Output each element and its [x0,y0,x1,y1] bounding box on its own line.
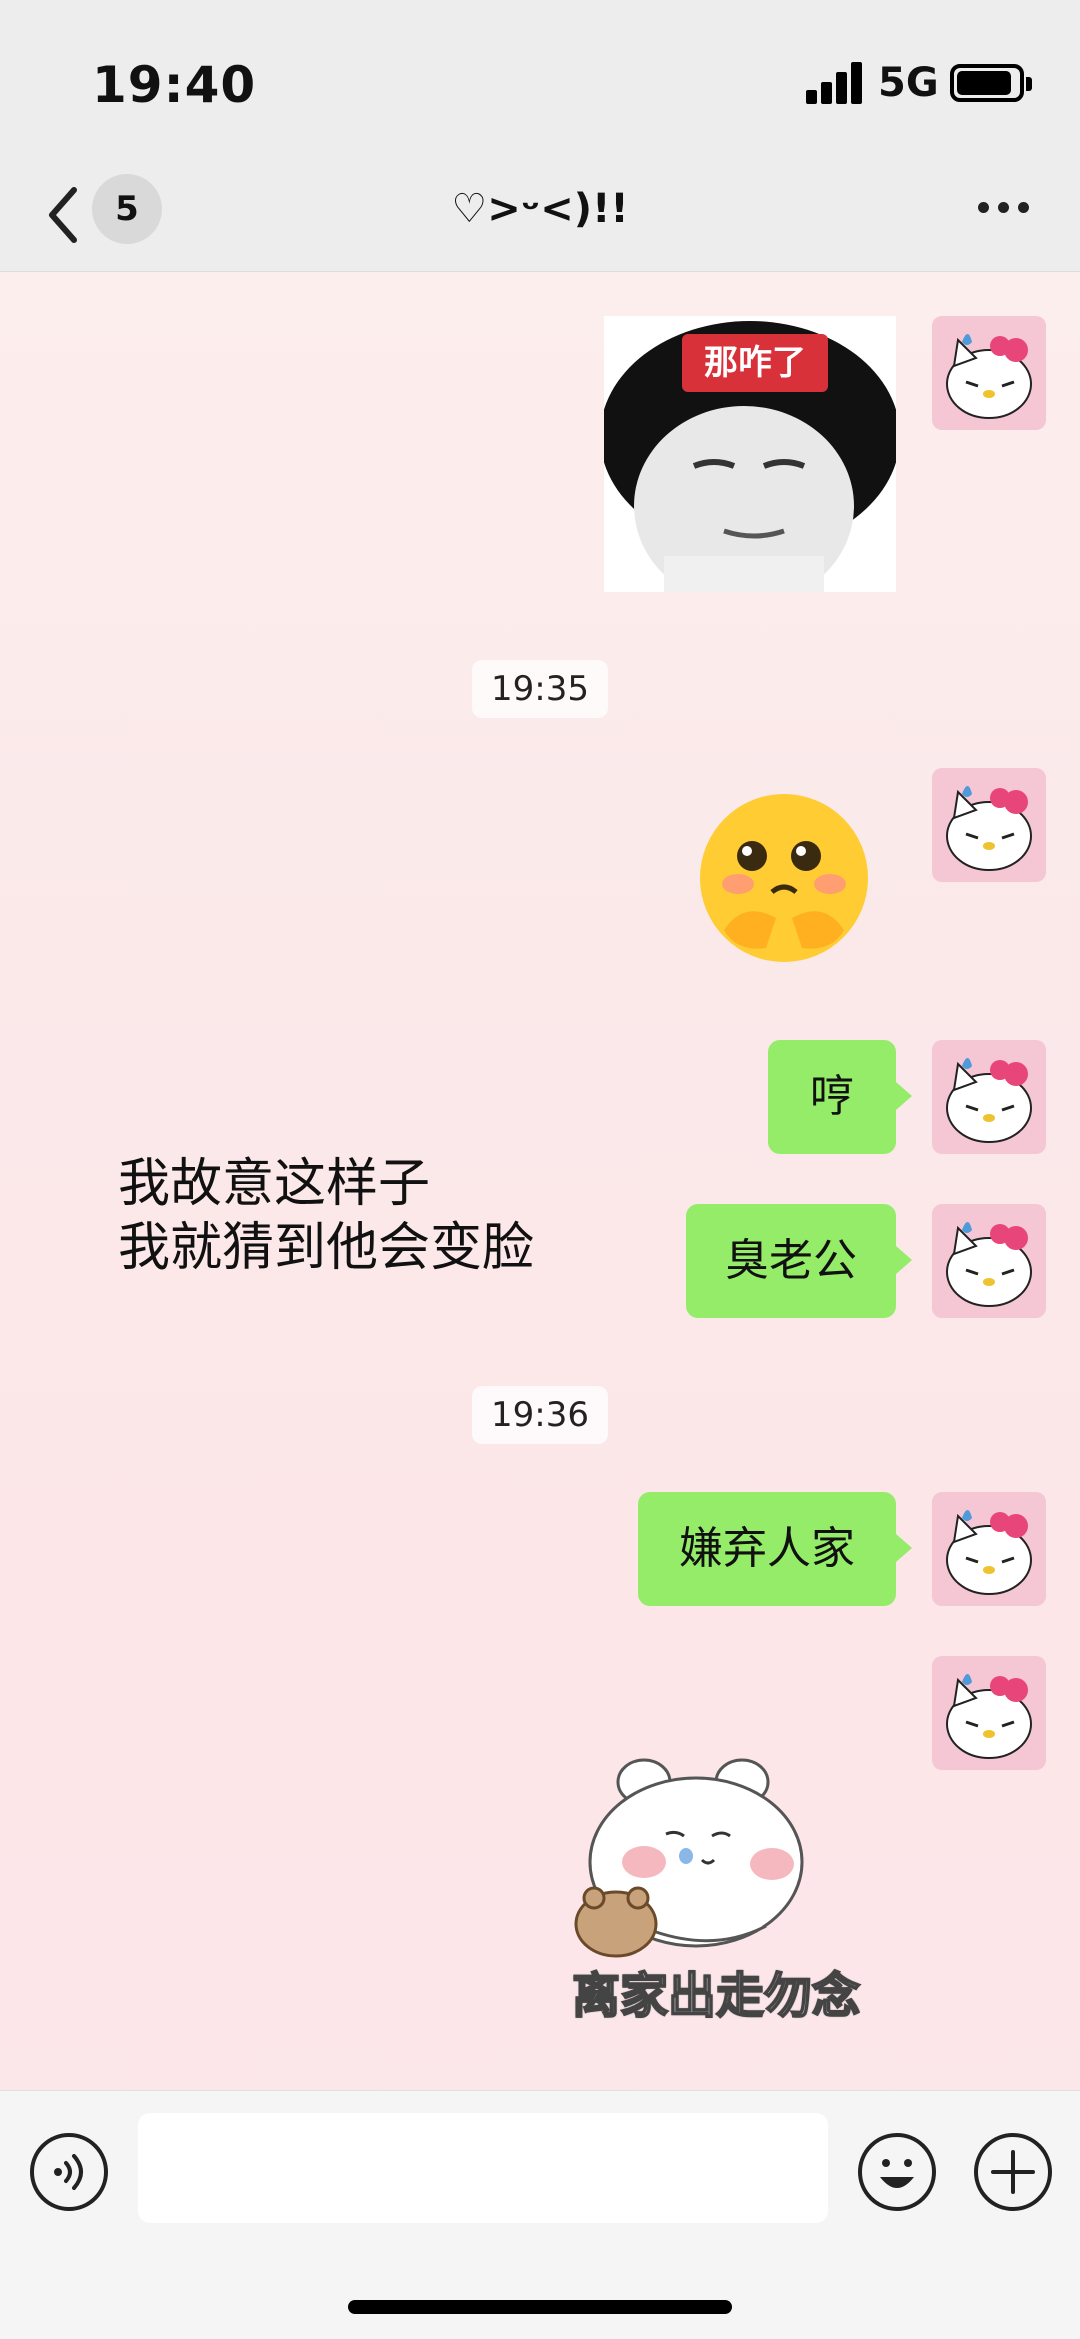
avatar[interactable] [932,316,1046,430]
timestamp: 19:35 [472,660,608,718]
hello-kitty-avatar-icon [946,1510,1032,1595]
home-indicator[interactable] [348,2300,732,2314]
message-input[interactable] [138,2113,828,2223]
signal-icon [806,62,866,104]
plus-icon [991,2150,1035,2194]
network-type: 5G [878,60,939,106]
sticker-message[interactable]: 离家出走勿念 [536,1752,896,2025]
chat-title: ♡>ᵕ<)!! [451,186,629,232]
chat-header: 5 ♡>ᵕ<)!! [0,160,1080,272]
emoji-button[interactable] [858,2133,936,2211]
status-time: 19:40 [92,56,257,114]
bunny-sticker-icon [574,1758,804,1958]
hello-kitty-avatar-icon [946,1222,1032,1307]
hello-kitty-avatar-icon [946,1058,1032,1143]
voice-input-button[interactable] [30,2133,108,2211]
text-bubble[interactable]: 臭老公 [686,1204,912,1318]
caption-line: 我就猜到他会变脸 [118,1218,535,1278]
hello-kitty-avatar-icon [946,786,1032,871]
smiley-icon [880,2159,914,2188]
hello-kitty-avatar-icon [946,1674,1032,1759]
timestamp: 19:36 [472,1386,608,1444]
battery-level [957,71,1011,95]
hello-kitty-avatar-icon [946,334,1032,419]
avatar[interactable] [932,1204,1046,1318]
overlay-caption: 我故意这样子 我就猜到他会变脸 [118,1152,534,1280]
sticker-caption: 那咋了 [704,343,806,383]
avatar[interactable] [932,1656,1046,1770]
text-bubble[interactable]: 嫌弃人家 [638,1492,912,1606]
avatar[interactable] [932,1040,1046,1154]
sticker-message[interactable]: 那咋了 [600,316,900,606]
text-bubble[interactable]: 哼 [768,1040,912,1154]
shy-face-emoji-icon [700,794,868,962]
more-actions-button[interactable] [974,2133,1052,2211]
caption-line: 我故意这样子 [118,1154,431,1214]
avatar[interactable] [932,768,1046,882]
more-options-button[interactable] [976,198,1032,218]
status-bar: 19:40 5G [0,0,1080,160]
sticker-caption: 离家出走勿念 [571,1967,861,2025]
battery-icon [950,64,1032,102]
emoji-message[interactable] [694,790,874,970]
voice-icon [54,2154,83,2190]
avatar[interactable] [932,1492,1046,1606]
